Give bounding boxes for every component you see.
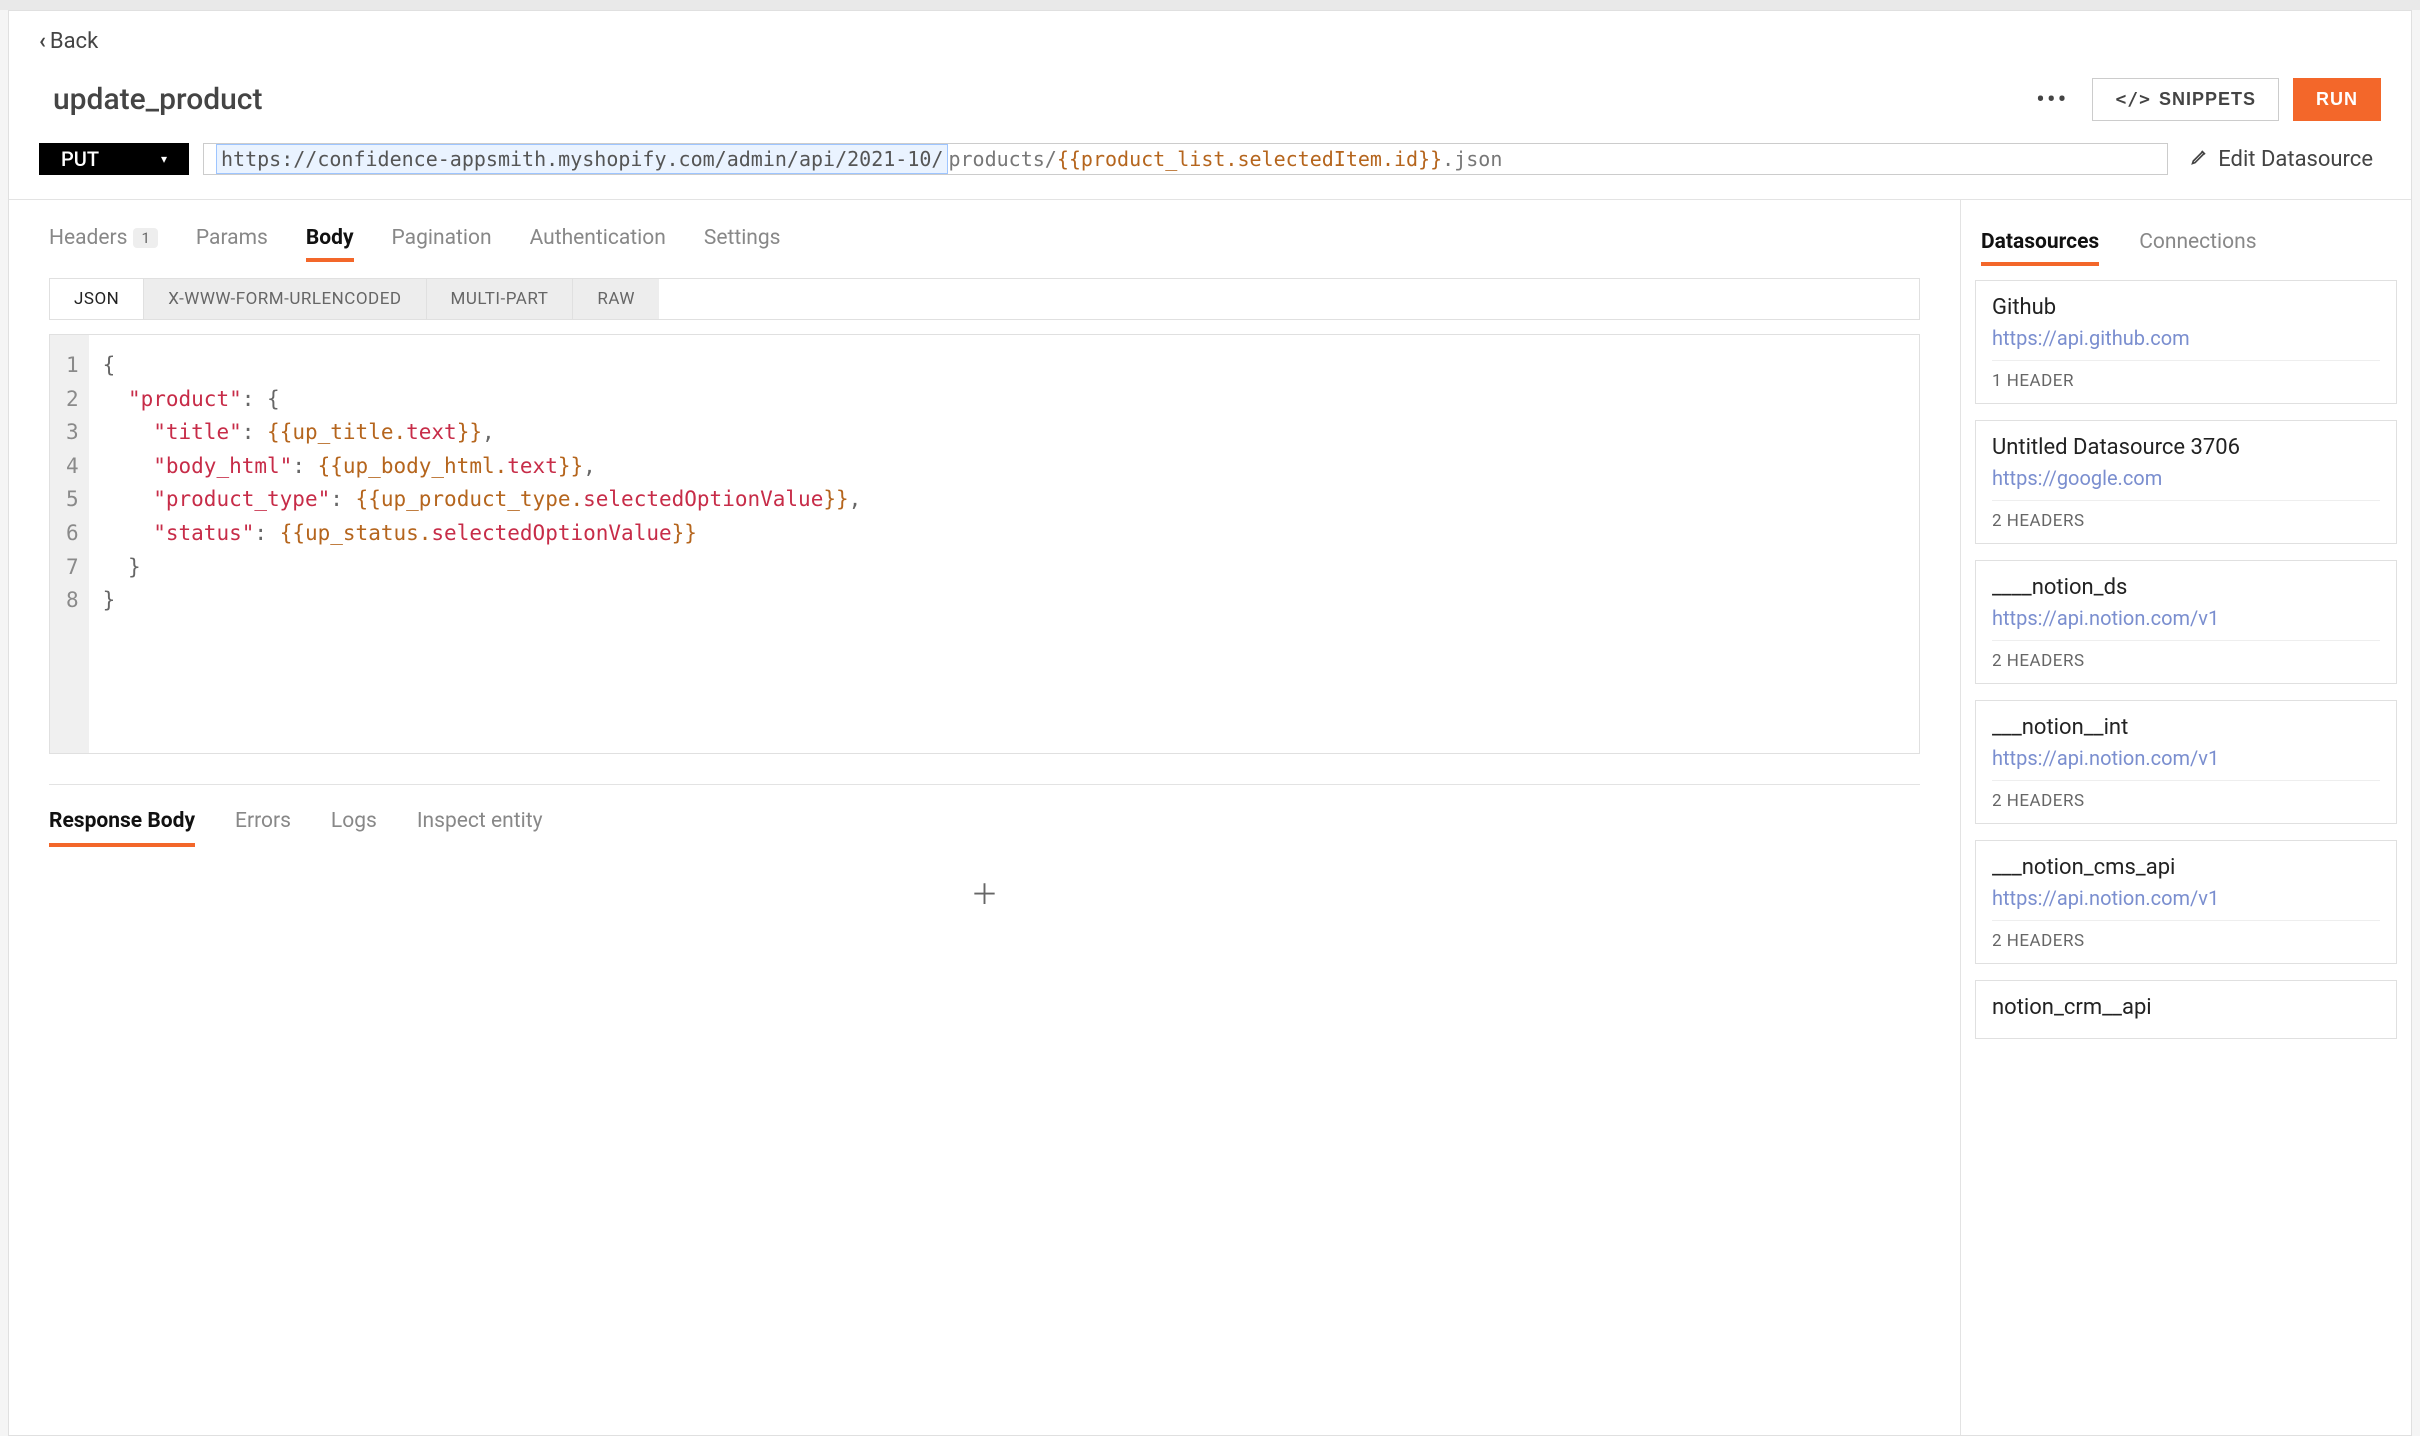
- page-container: ‹ Back update_product ••• </> SNIPPETS R…: [8, 10, 2412, 1436]
- datasource-meta: 2 HEADERS: [1992, 651, 2380, 671]
- url-binding: {{product_list.selectedItem.id}}: [1057, 147, 1442, 171]
- datasource-url: https://api.notion.com/v1: [1992, 606, 2380, 641]
- datasource-card[interactable]: Untitled Datasource 3706 https://google.c…: [1975, 420, 2397, 544]
- datasource-meta: 2 HEADERS: [1992, 791, 2380, 811]
- tab-pagination[interactable]: Pagination: [392, 216, 492, 260]
- run-label: RUN: [2316, 89, 2358, 110]
- datasource-list: Github https://api.github.com 1 HEADER Unti…: [1971, 280, 2401, 1039]
- datasource-name: notion_crm__api: [1992, 995, 2380, 1020]
- back-button[interactable]: ‹ Back: [39, 29, 98, 54]
- body-type-multi-part[interactable]: MULTI-PART: [427, 279, 574, 319]
- right-tab-datasources[interactable]: Datasources: [1981, 222, 2099, 262]
- plus-icon[interactable]: ＋: [970, 878, 998, 911]
- response-tab-response-body[interactable]: Response Body: [49, 799, 195, 843]
- datasource-url: https://api.notion.com/v1: [1992, 886, 2380, 921]
- back-label: Back: [50, 29, 98, 54]
- tab-settings[interactable]: Settings: [704, 216, 781, 260]
- datasource-card[interactable]: ___notion__int https://api.notion.com/v1 2…: [1975, 700, 2397, 824]
- back-row: ‹ Back: [9, 11, 2411, 64]
- body-type-json[interactable]: JSON: [50, 279, 144, 319]
- response-tabs: Response Body Errors Logs Inspect entity: [49, 785, 1920, 843]
- content-row: Headers1 Params Body Pagination Authenticati…: [9, 199, 2411, 1435]
- datasource-url: https://api.github.com: [1992, 326, 2380, 361]
- datasource-card[interactable]: notion_crm__api: [1975, 980, 2397, 1039]
- chevron-down-icon: ▾: [161, 152, 167, 166]
- right-pane: Datasources Connections Github https://api…: [1961, 200, 2411, 1435]
- tab-params[interactable]: Params: [196, 216, 268, 260]
- pencil-icon: [2190, 146, 2210, 172]
- edit-datasource-label: Edit Datasource: [2218, 147, 2373, 172]
- window-topstrip: [0, 0, 2420, 10]
- datasource-name: ___notion_cms_api: [1992, 855, 2380, 880]
- datasource-name: ____notion_ds: [1992, 575, 2380, 600]
- left-pane: Headers1 Params Body Pagination Authenticati…: [9, 200, 1961, 1435]
- body-type-x-www-form-urlencoded[interactable]: X-WWW-FORM-URLENCODED: [144, 279, 426, 319]
- more-menu-button[interactable]: •••: [2026, 85, 2078, 115]
- datasource-url: https://api.notion.com/v1: [1992, 746, 2380, 781]
- url-path-prefix: products/: [948, 147, 1056, 171]
- tab-body[interactable]: Body: [306, 216, 354, 260]
- right-tab-connections[interactable]: Connections: [2139, 222, 2256, 262]
- tab-headers[interactable]: Headers1: [49, 216, 158, 260]
- request-tabs: Headers1 Params Body Pagination Authenticati…: [49, 212, 1920, 264]
- datasource-name: ___notion__int: [1992, 715, 2380, 740]
- datasource-card[interactable]: Github https://api.github.com 1 HEADER: [1975, 280, 2397, 404]
- datasource-name: Github: [1992, 295, 2380, 320]
- datasource-meta: 2 HEADERS: [1992, 511, 2380, 531]
- http-method-select[interactable]: PUT ▾: [39, 143, 189, 175]
- datasource-name: Untitled Datasource 3706: [1992, 435, 2380, 460]
- edit-datasource-button[interactable]: Edit Datasource: [2182, 143, 2381, 175]
- snippets-label: SNIPPETS: [2159, 89, 2256, 110]
- response-tab-inspect-entity[interactable]: Inspect entity: [417, 799, 543, 843]
- url-input[interactable]: https://confidence-appsmith.myshopify.co…: [203, 143, 2168, 175]
- datasource-meta: 2 HEADERS: [1992, 931, 2380, 951]
- http-method-value: PUT: [61, 147, 99, 171]
- datasource-card[interactable]: ____notion_ds https://api.notion.com/v1 2 …: [1975, 560, 2397, 684]
- body-editor[interactable]: 12345678 { "product": { "title": {{up_ti…: [49, 334, 1920, 754]
- body-type-raw[interactable]: RAW: [573, 279, 659, 319]
- editor-gutter: 12345678: [50, 335, 89, 753]
- url-path-suffix: .json: [1442, 147, 1502, 171]
- chevron-left-icon: ‹: [39, 29, 46, 54]
- response-section: Response Body Errors Logs Inspect entity ＋: [49, 784, 1920, 913]
- datasource-url: https://google.com: [1992, 466, 2380, 501]
- endpoint-row: PUT ▾ https://confidence-appsmith.myshop…: [9, 143, 2411, 199]
- response-empty-area: ＋: [49, 843, 1920, 913]
- tab-authentication[interactable]: Authentication: [530, 216, 666, 260]
- title-row: update_product ••• </> SNIPPETS RUN: [9, 64, 2411, 143]
- body-type-tabs: JSONX-WWW-FORM-URLENCODEDMULTI-PARTRAW: [49, 278, 1920, 320]
- api-name[interactable]: update_product: [53, 82, 2012, 117]
- datasource-card[interactable]: ___notion_cms_api https://api.notion.com/…: [1975, 840, 2397, 964]
- code-icon: </>: [2115, 89, 2151, 110]
- datasource-meta: 1 HEADER: [1992, 371, 2380, 391]
- editor-code[interactable]: { "product": { "title": {{up_title.text}…: [89, 335, 876, 753]
- response-tab-errors[interactable]: Errors: [235, 799, 291, 843]
- response-tab-logs[interactable]: Logs: [331, 799, 377, 843]
- tab-badge: 1: [133, 228, 157, 248]
- snippets-button[interactable]: </> SNIPPETS: [2092, 78, 2279, 121]
- right-tabs: Datasources Connections: [1971, 212, 2401, 262]
- run-button[interactable]: RUN: [2293, 78, 2381, 121]
- url-base: https://confidence-appsmith.myshopify.co…: [216, 144, 948, 174]
